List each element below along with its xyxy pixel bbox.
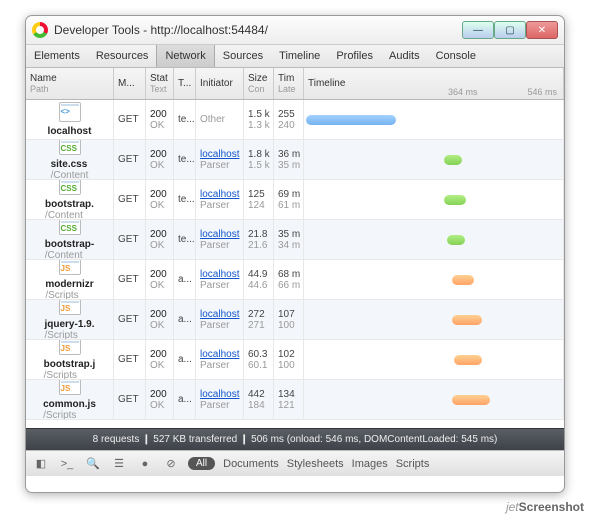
minimize-button[interactable]: — — [462, 21, 494, 39]
titlebar[interactable]: Developer Tools - http://localhost:54484… — [26, 16, 564, 44]
col-timeline[interactable]: Timeline364 ms546 ms — [304, 68, 564, 99]
file-icon: CSS — [59, 140, 81, 155]
tab-network[interactable]: Network — [156, 45, 214, 67]
filter-images[interactable]: Images — [352, 458, 388, 470]
devtools-window: Developer Tools - http://localhost:54484… — [25, 15, 565, 493]
col-status[interactable]: StatText — [146, 68, 174, 99]
file-icon: JS — [59, 340, 81, 355]
dock-icon[interactable]: ◧ — [32, 456, 50, 472]
filter-stylesheets[interactable]: Stylesheets — [287, 458, 344, 470]
filter-all[interactable]: All — [188, 457, 215, 470]
col-type[interactable]: T... — [174, 68, 196, 99]
console-icon[interactable]: >_ — [58, 456, 76, 472]
record-icon[interactable]: ● — [136, 456, 154, 472]
table-row[interactable]: JScommon.js/ScriptsGET200OKa...localhost… — [26, 380, 564, 420]
file-icon: CSS — [59, 220, 81, 235]
table-row[interactable]: JSmodernizr/ScriptsGET200OKa...localhost… — [26, 260, 564, 300]
col-method[interactable]: M... — [114, 68, 146, 99]
file-icon: JS — [59, 300, 81, 315]
file-icon: CSS — [59, 180, 81, 195]
tab-elements[interactable]: Elements — [26, 45, 88, 67]
table-row[interactable]: <>localhostGET200OKte...Other1.5 k1.3 k2… — [26, 100, 564, 140]
tab-timeline[interactable]: Timeline — [271, 45, 328, 67]
tab-profiles[interactable]: Profiles — [328, 45, 381, 67]
file-icon: JS — [59, 260, 81, 275]
search-icon[interactable]: 🔍 — [84, 456, 102, 472]
panel-tabs: ElementsResourcesNetworkSourcesTimelineP… — [26, 44, 564, 68]
request-table-body: <>localhostGET200OKte...Other1.5 k1.3 k2… — [26, 100, 564, 428]
tab-resources[interactable]: Resources — [88, 45, 157, 67]
col-time[interactable]: TimLate — [274, 68, 304, 99]
bottom-toolbar: ◧ >_ 🔍 ☰ ● ⊘ All Documents Stylesheets I… — [26, 450, 564, 476]
status-bar: 8 requests ❙ 527 KB transferred ❙ 506 ms… — [26, 428, 564, 450]
table-row[interactable]: CSSbootstrap./ContentGET200OKte...localh… — [26, 180, 564, 220]
table-row[interactable]: CSSbootstrap-/ContentGET200OKte...localh… — [26, 220, 564, 260]
list-icon[interactable]: ☰ — [110, 456, 128, 472]
table-header: NamePath M... StatText T... Initiator Si… — [26, 68, 564, 100]
clear-icon[interactable]: ⊘ — [162, 456, 180, 472]
col-initiator[interactable]: Initiator — [196, 68, 244, 99]
window-title: Developer Tools - http://localhost:54484… — [54, 23, 268, 37]
tab-console[interactable]: Console — [428, 45, 484, 67]
maximize-button[interactable]: ▢ — [494, 21, 526, 39]
tab-audits[interactable]: Audits — [381, 45, 428, 67]
filter-scripts[interactable]: Scripts — [396, 458, 430, 470]
col-name[interactable]: NamePath — [26, 68, 114, 99]
col-size[interactable]: SizeCon — [244, 68, 274, 99]
file-icon: <> — [59, 102, 81, 122]
table-row[interactable]: JSjquery-1.9./ScriptsGET200OKa...localho… — [26, 300, 564, 340]
table-row[interactable]: JSbootstrap.j/ScriptsGET200OKa...localho… — [26, 340, 564, 380]
filter-documents[interactable]: Documents — [223, 458, 279, 470]
tab-sources[interactable]: Sources — [215, 45, 271, 67]
file-icon: JS — [59, 380, 81, 395]
table-row[interactable]: CSSsite.css/ContentGET200OKte...localhos… — [26, 140, 564, 180]
watermark: jetScreenshot — [506, 500, 584, 514]
close-button[interactable]: ✕ — [526, 21, 558, 39]
chrome-icon — [32, 22, 48, 38]
